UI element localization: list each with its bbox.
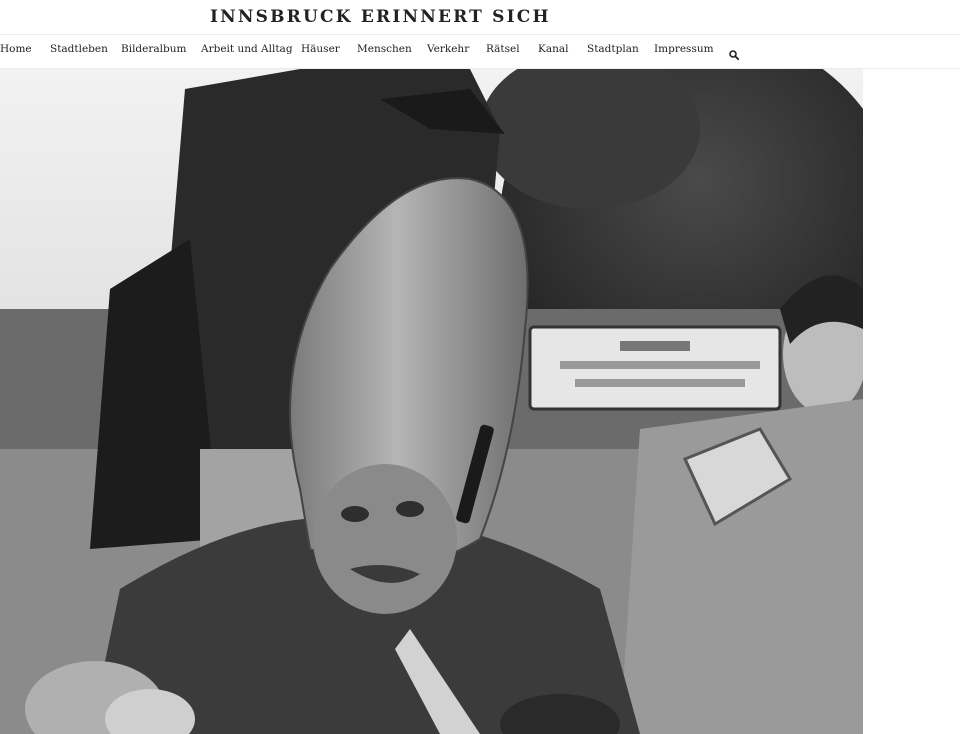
search-icon[interactable] — [729, 45, 740, 61]
main-nav: Home Stadtleben Bilderalbum Arbeit und A… — [0, 34, 960, 69]
nav-item-bilderalbum[interactable]: Bilderalbum — [121, 43, 186, 55]
nav-item-verkehr[interactable]: Verkehr — [427, 43, 469, 55]
site-title[interactable]: INNSBRUCK ERINNERT SICH — [210, 7, 551, 27]
nav-item-arbeit-und-alltag[interactable]: Arbeit und Alltag — [201, 43, 293, 55]
nav-item-kanal[interactable]: Kanal — [538, 43, 569, 55]
nav-item-menschen[interactable]: Menschen — [357, 43, 412, 55]
nav-item-haeuser[interactable]: Häuser — [301, 43, 340, 55]
hero-photo — [0, 69, 863, 734]
nav-item-raetsel[interactable]: Rätsel — [486, 43, 520, 55]
page: INNSBRUCK ERINNERT SICH Home Stadtleben … — [0, 0, 960, 734]
nav-item-stadtleben[interactable]: Stadtleben — [50, 43, 108, 55]
nav-item-stadtplan[interactable]: Stadtplan — [587, 43, 639, 55]
nav-item-impressum[interactable]: Impressum — [654, 43, 714, 55]
site-header: INNSBRUCK ERINNERT SICH — [0, 0, 960, 35]
nav-item-home[interactable]: Home — [0, 43, 32, 55]
hero-photo-illustration — [0, 69, 863, 734]
